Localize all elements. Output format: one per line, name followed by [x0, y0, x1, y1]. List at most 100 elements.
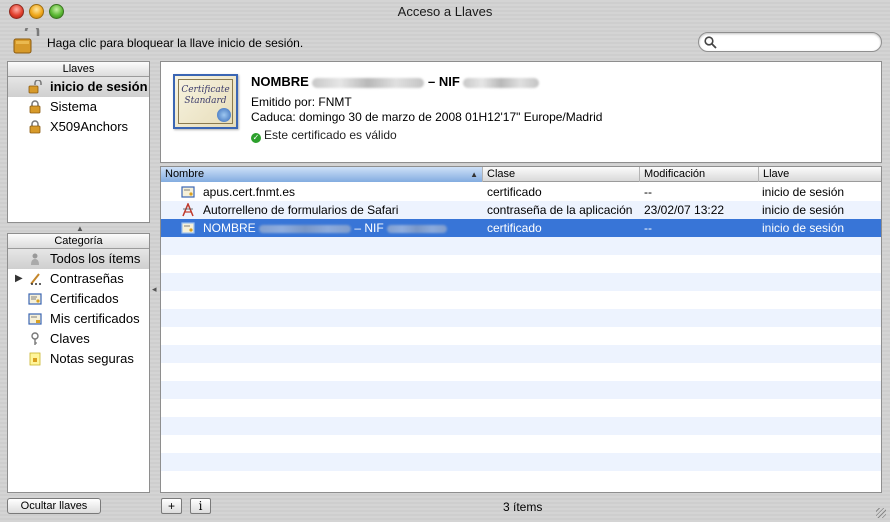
column-header-keychain[interactable]: Llave [759, 167, 881, 182]
certificate-issuer: Emitido por: FNMT [251, 95, 352, 109]
certificate-icon [181, 186, 195, 198]
certificate-name: NOMBRE – NIF [251, 74, 540, 89]
search-field[interactable] [698, 32, 882, 52]
category-label: Claves [50, 331, 90, 346]
empty-row [161, 453, 881, 471]
category-label: Todos los ítems [50, 251, 141, 266]
empty-row [161, 255, 881, 273]
empty-row [161, 417, 881, 435]
column-header-name[interactable]: Nombre ▲ [161, 167, 483, 182]
search-input[interactable] [721, 34, 871, 50]
resize-grip-icon[interactable] [876, 508, 886, 518]
get-info-button[interactable]: i [190, 498, 211, 514]
note-icon [29, 352, 41, 366]
cell-class: certificado [487, 185, 542, 199]
pencil-icon [30, 273, 41, 285]
category-label: Notas seguras [50, 351, 134, 366]
categories-header: Categoría [8, 234, 149, 249]
keychain-item-login[interactable]: inicio de sesión [8, 77, 149, 97]
disclosure-triangle-icon[interactable]: ▶ [15, 269, 23, 289]
item-info-panel: Certificate Standard NOMBRE – NIF Emitid… [160, 61, 882, 163]
cell-modified: -- [644, 221, 652, 235]
keychain-item-system[interactable]: Sistema [8, 97, 149, 117]
certificate-icon [181, 222, 195, 234]
redacted-nif [387, 224, 448, 233]
empty-row [161, 309, 881, 327]
category-item-secure-notes[interactable]: Notas seguras [8, 349, 149, 369]
vertical-splitter-handle[interactable]: ◂ [152, 284, 157, 295]
certificate-large-icon: Certificate Standard [173, 74, 238, 129]
column-header-class[interactable]: Clase [483, 167, 640, 182]
cell-name-mid: – NIF [354, 221, 384, 235]
panel-splitter-handle[interactable]: ▲ [76, 224, 84, 233]
column-header-label: Llave [763, 168, 790, 180]
unlocked-padlock-icon[interactable] [12, 28, 40, 56]
empty-row [161, 327, 881, 345]
certificate-status: ✓ Este certificado es válido [251, 128, 397, 143]
my-certificate-icon [28, 313, 42, 325]
keychain-item-x509anchors[interactable]: X509Anchors [8, 117, 149, 137]
empty-row [161, 381, 881, 399]
application-password-icon [182, 203, 194, 217]
cell-keychain: inicio de sesión [762, 185, 845, 199]
search-icon [704, 36, 717, 49]
keychain-label: X509Anchors [50, 119, 129, 134]
title-bar: Acceso a Llaves [0, 0, 890, 24]
redacted-name [312, 77, 425, 88]
empty-row [161, 237, 881, 255]
keychain-label: Sistema [50, 99, 97, 114]
cell-class: contraseña de la aplicación [487, 203, 633, 217]
certificate-name-prefix: NOMBRE [251, 74, 309, 89]
sort-ascending-icon: ▲ [470, 170, 478, 179]
cell-modified: -- [644, 185, 652, 199]
empty-row [161, 291, 881, 309]
checkmark-icon: ✓ [251, 133, 261, 143]
window-title: Acceso a Llaves [397, 4, 493, 19]
certificate-status-text: Este certificado es válido [264, 128, 397, 142]
certificate-expiry: Caduca: domingo 30 de marzo de 2008 01H1… [251, 110, 603, 124]
padlock-icon [29, 120, 41, 134]
column-header-modified[interactable]: Modificación [640, 167, 759, 182]
keychain-access-window: Acceso a Llaves Haga clic para bloquear … [0, 0, 890, 522]
table-row[interactable]: Autorrelleno de formularios de Safari co… [161, 201, 881, 219]
category-label: Certificados [50, 291, 119, 306]
padlock-icon [29, 100, 41, 114]
hide-keychains-button[interactable]: Ocultar llaves [7, 498, 101, 514]
category-item-my-certificates[interactable]: Mis certificados [8, 309, 149, 329]
certificate-seal-icon [217, 108, 231, 122]
empty-row [161, 435, 881, 453]
redacted-nif [463, 77, 540, 88]
cell-keychain: inicio de sesión [762, 221, 845, 235]
category-item-keys[interactable]: Claves [8, 329, 149, 349]
category-item-all[interactable]: Todos los ítems [8, 249, 149, 269]
keychain-label: inicio de sesión [50, 79, 148, 94]
people-icon [31, 253, 39, 265]
category-item-passwords[interactable]: ▶ Contraseñas [8, 269, 149, 289]
certificate-icon [28, 293, 42, 305]
column-header-label: Clase [487, 168, 516, 180]
empty-row [161, 471, 881, 489]
empty-row [161, 399, 881, 417]
empty-row [161, 363, 881, 381]
categories-panel: Categoría Todos los ítems ▶ Contraseñas [7, 233, 150, 493]
empty-row [161, 273, 881, 291]
table-row[interactable]: NOMBRE – NIF certificado -- inicio de se… [161, 219, 881, 237]
category-item-certificates[interactable]: Certificados [8, 289, 149, 309]
cell-modified: 23/02/07 13:22 [644, 203, 725, 217]
key-icon [31, 332, 39, 345]
lock-status-text[interactable]: Haga clic para bloquear la llave inicio … [47, 36, 303, 50]
table-header: Nombre ▲ Clase Modificación Llave [161, 167, 881, 182]
cell-name: apus.cert.fnmt.es [203, 185, 296, 199]
cell-class: certificado [487, 221, 542, 235]
keychains-panel: Llaves inicio de sesión Sistema X509Anch… [7, 61, 150, 223]
empty-row [161, 345, 881, 363]
certificate-name-mid: – NIF [428, 74, 460, 89]
item-count: 3 ítems [503, 500, 543, 514]
cell-keychain: inicio de sesión [762, 203, 845, 217]
redacted-name [259, 224, 352, 233]
column-header-label: Modificación [644, 168, 706, 180]
table-row[interactable]: apus.cert.fnmt.es certificado -- inicio … [161, 183, 881, 201]
unlocked-padlock-icon [28, 80, 42, 94]
category-label: Mis certificados [50, 311, 140, 326]
add-item-button[interactable]: + [161, 498, 182, 514]
